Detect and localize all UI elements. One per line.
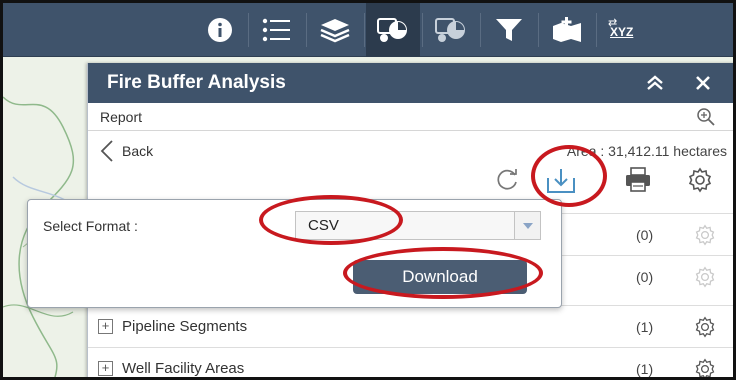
layer-settings-button[interactable] xyxy=(694,224,716,246)
layers-icon xyxy=(320,19,350,43)
layer-name: Well Facility Areas xyxy=(122,360,245,377)
chevron-down-icon[interactable] xyxy=(514,212,540,239)
back-button[interactable]: Back xyxy=(100,139,153,163)
top-toolbar: ⇄ XYZ xyxy=(3,3,733,57)
expand-button[interactable]: + xyxy=(98,361,113,376)
layer-row-pipeline-segments[interactable]: + Pipeline Segments (1) xyxy=(88,305,733,347)
layer-settings-button[interactable] xyxy=(694,266,716,288)
refresh-icon xyxy=(497,169,517,190)
add-data-button[interactable] xyxy=(540,3,594,57)
gear-icon xyxy=(688,167,712,193)
report-label: Report xyxy=(100,109,143,125)
download-report-button[interactable] xyxy=(546,165,576,195)
zoom-in-icon xyxy=(697,108,715,126)
coordinate-button[interactable]: ⇄ XYZ xyxy=(598,3,652,57)
area-text: Area : 31,412.11 hectares xyxy=(566,143,727,159)
analysis-alt-button[interactable] xyxy=(424,3,478,57)
layer-row-well-facility-areas[interactable]: + Well Facility Areas (1) xyxy=(88,347,733,377)
legend-button[interactable] xyxy=(250,3,304,57)
layer-count: (0) xyxy=(636,269,654,285)
gear-icon xyxy=(695,224,715,246)
format-select[interactable]: CSV xyxy=(295,211,541,240)
layer-settings-button[interactable] xyxy=(694,316,716,338)
expand-button[interactable]: + xyxy=(98,319,113,334)
coordinate-label: XYZ xyxy=(610,25,634,39)
add-data-icon xyxy=(553,17,581,42)
chevron-left-icon xyxy=(100,140,113,162)
layer-name: Pipeline Segments xyxy=(122,318,248,335)
layer-count: (1) xyxy=(636,361,654,377)
analysis-icon xyxy=(377,18,407,42)
filter-button[interactable] xyxy=(482,3,536,57)
panel-header: Fire Buffer Analysis xyxy=(88,63,733,103)
format-popup: Select Format : CSV Download xyxy=(27,199,562,308)
coordinate-icon: ⇄ XYZ xyxy=(608,17,634,39)
back-label: Back xyxy=(122,143,154,159)
download-icon xyxy=(547,169,575,193)
layer-settings-button[interactable] xyxy=(694,358,716,377)
download-button[interactable]: Download xyxy=(353,260,527,294)
screenshot-frame: ⇄ XYZ Fire Buffer Analysis Report Back A… xyxy=(0,0,736,380)
zoom-to-button[interactable] xyxy=(696,107,716,127)
double-chevron-up-icon xyxy=(647,75,663,90)
list-icon xyxy=(262,18,290,42)
print-icon xyxy=(626,167,650,192)
gear-icon xyxy=(695,358,715,377)
gear-icon xyxy=(695,266,715,288)
layer-count: (1) xyxy=(636,319,654,335)
close-icon xyxy=(696,76,710,90)
collapse-button[interactable] xyxy=(645,74,665,92)
filter-icon xyxy=(496,19,522,41)
gear-icon xyxy=(695,316,715,338)
format-value: CSV xyxy=(308,217,339,234)
info-icon xyxy=(208,18,232,42)
print-button[interactable] xyxy=(623,165,653,195)
layers-button[interactable] xyxy=(308,3,362,57)
format-label: Select Format : xyxy=(43,218,138,234)
layer-count: (0) xyxy=(636,227,654,243)
settings-button[interactable] xyxy=(685,165,715,195)
refresh-button[interactable] xyxy=(492,165,522,195)
info-button[interactable] xyxy=(193,3,247,57)
panel-title: Fire Buffer Analysis xyxy=(107,72,286,93)
analysis-alt-icon xyxy=(435,18,465,42)
close-button[interactable] xyxy=(694,74,712,92)
report-row: Report xyxy=(88,103,733,131)
fire-buffer-analysis-button[interactable] xyxy=(366,3,420,57)
